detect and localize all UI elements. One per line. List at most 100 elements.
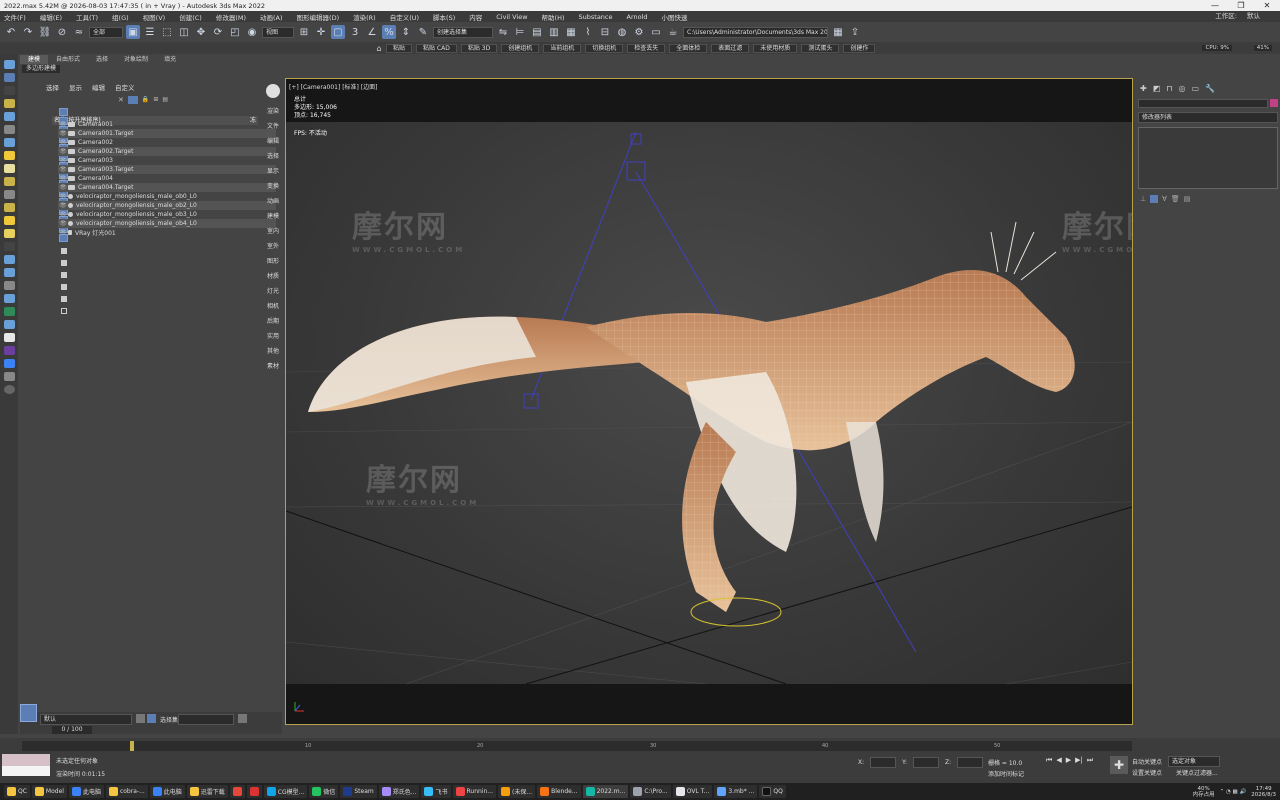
taskbar-item[interactable]: Runnin... (452, 785, 496, 798)
modifier-stack[interactable] (1138, 127, 1278, 189)
visibility-icon[interactable]: 👁 (58, 184, 68, 191)
taskbar-item[interactable] (246, 785, 262, 798)
minimize-button[interactable]: — (1202, 0, 1228, 11)
y-field[interactable] (913, 757, 940, 768)
menu-group[interactable]: 组(G) (112, 12, 129, 22)
tab-populate[interactable]: 填充 (156, 55, 184, 64)
ribbon-btn-create[interactable]: 创建作 (843, 43, 876, 53)
filter-icon[interactable] (127, 96, 138, 104)
vtab-file[interactable]: 文件 (267, 119, 279, 134)
project-folder-icon[interactable]: ▦ (831, 25, 845, 39)
time-slider[interactable]: 10 20 30 40 50 (22, 741, 1132, 751)
select-by-name-icon[interactable]: ☰ (143, 25, 157, 39)
taskbar-item[interactable]: 微信 (309, 785, 339, 798)
vtab-select[interactable]: 选择 (267, 149, 279, 164)
vtab-interior[interactable]: 室内 (267, 224, 279, 239)
undo-icon[interactable]: ↶ (4, 25, 18, 39)
configure-sets-icon[interactable]: ▤ (1184, 195, 1191, 203)
render-icon[interactable] (3, 346, 15, 355)
tab-selection[interactable]: 选择 (88, 55, 116, 64)
object-name-field[interactable] (1138, 99, 1268, 108)
taskbar-item[interactable]: C:\Pro... (630, 785, 671, 798)
display-tab-icon[interactable]: ▭ (1192, 84, 1200, 93)
bend-icon[interactable] (3, 268, 15, 277)
vtab-camera[interactable]: 相机 (267, 299, 279, 314)
tree-row[interactable]: 👁 VRay 灯光001 (58, 228, 276, 237)
render-setup-icon[interactable]: ⚙ (632, 25, 646, 39)
cone-icon[interactable] (3, 177, 15, 186)
visibility-icon[interactable]: 👁 (58, 220, 68, 227)
taper-icon[interactable] (3, 281, 15, 290)
visibility-icon[interactable]: 👁 (58, 121, 68, 128)
export-icon[interactable]: ⇪ (848, 25, 862, 39)
percent-snap-icon[interactable]: % (382, 25, 396, 39)
render-icon[interactable]: ☕ (666, 25, 680, 39)
move-icon[interactable]: ✥ (194, 25, 208, 39)
hierarchy-icon[interactable]: ⊞ (153, 96, 158, 104)
utilities-tab-icon[interactable]: 🔧 (1205, 84, 1215, 93)
place-icon[interactable]: ◉ (245, 25, 259, 39)
taskbar-item[interactable] (229, 785, 245, 798)
vtab-post[interactable]: 后期 (267, 314, 279, 329)
visibility-icon[interactable]: 👁 (58, 166, 68, 173)
utility-icon[interactable] (3, 372, 15, 381)
tray-icons[interactable]: ⌃ ◔ ▦ 🔊 (1220, 789, 1247, 795)
vtab-edit[interactable]: 编辑 (267, 134, 279, 149)
se-tab-customize[interactable]: 自定义 (115, 82, 135, 92)
helper-icon[interactable] (3, 99, 15, 108)
ribbon-btn-paste-3d[interactable]: 粘贴 3D (460, 43, 498, 53)
visibility-icon[interactable]: 👁 (58, 157, 68, 164)
visibility-icon[interactable]: 👁 (58, 211, 68, 218)
play-icon[interactable]: ▶ (1066, 756, 1071, 765)
menu-graph-editors[interactable]: 图形编辑器(D) (297, 12, 340, 22)
show-end-result-icon[interactable] (1150, 195, 1159, 203)
set-key-label[interactable]: 设置关键点 (1132, 768, 1162, 777)
visibility-icon[interactable]: 👁 (58, 175, 68, 182)
create-object-icon[interactable] (3, 60, 15, 69)
time-slider-thumb[interactable] (130, 741, 134, 751)
menu-file[interactable]: 文件(F) (4, 12, 26, 22)
snap-3d-icon[interactable]: 3 (348, 25, 362, 39)
vtab-modeling[interactable]: 建模 (267, 209, 279, 224)
se-tab-edit[interactable]: 编辑 (92, 82, 105, 92)
se-tab-select[interactable]: 选择 (46, 82, 59, 92)
taskbar-item[interactable]: QQ (759, 785, 786, 798)
menu-edit[interactable]: 编辑(E) (40, 12, 62, 22)
ribbon-btn-create-group[interactable]: 创建组机 (501, 43, 540, 53)
goto-end-icon[interactable]: ⏭ (1087, 756, 1093, 765)
menu-civil-view[interactable]: Civil View (496, 13, 527, 21)
motion-tab-icon[interactable]: ◎ (1179, 84, 1186, 93)
layer-explorer-icon[interactable]: ▦ (564, 25, 578, 39)
se-tab-display[interactable]: 显示 (69, 82, 82, 92)
viewport-label[interactable]: [+] [Camera001] [标准] [边面] (289, 82, 377, 91)
display-children-icon[interactable] (61, 248, 67, 254)
menu-arnold[interactable]: Arnold (627, 13, 648, 21)
tree-row[interactable]: 👁 velociraptor_mongoliensis_male_ob2_L0 (58, 201, 276, 210)
sort-icon[interactable] (61, 284, 67, 290)
taskbar-item[interactable]: 2022.m... (582, 785, 629, 798)
key-filters[interactable]: 关键点过滤器... (1176, 768, 1218, 777)
hierarchy-tab-icon[interactable]: ⊓ (1166, 84, 1172, 93)
align-icon[interactable]: ⊨ (513, 25, 527, 39)
ribbon-btn-paste-cad[interactable]: 粘贴 CAD (416, 43, 457, 53)
pin-stack-icon[interactable]: ⊥ (1140, 195, 1146, 203)
box-icon[interactable] (3, 73, 15, 82)
vtab-utility[interactable]: 实用 (267, 329, 279, 344)
menu-scripting[interactable]: 脚本(S) (433, 12, 455, 22)
menu-rendering[interactable]: 渲染(R) (353, 12, 376, 22)
close-button[interactable]: ✕ (1254, 0, 1280, 11)
menu-tools[interactable]: 工具(T) (76, 12, 98, 22)
omni-light-icon[interactable] (3, 229, 15, 238)
taskbar-item[interactable]: 迅雷下载 (186, 785, 228, 798)
taskbar-item[interactable]: Steam (340, 785, 377, 798)
maxscript-input[interactable] (2, 766, 50, 776)
tree-row[interactable]: 👁 Camera003.Target (58, 165, 276, 174)
manipulate-icon[interactable]: ✛ (314, 25, 328, 39)
filter-geometry-icon[interactable] (59, 108, 68, 116)
vtab-animation[interactable]: 动画 (267, 194, 279, 209)
tree-row[interactable]: 👁 velociraptor_mongoliensis_male_ob3_L0 (58, 210, 276, 219)
ribbon-btn-surface-filter[interactable]: 表面过滤 (711, 43, 750, 53)
foot-selection-ring[interactable] (690, 597, 782, 627)
schematic-icon[interactable]: ⊟ (598, 25, 612, 39)
tree-row[interactable]: 👁 Camera004 (58, 174, 276, 183)
